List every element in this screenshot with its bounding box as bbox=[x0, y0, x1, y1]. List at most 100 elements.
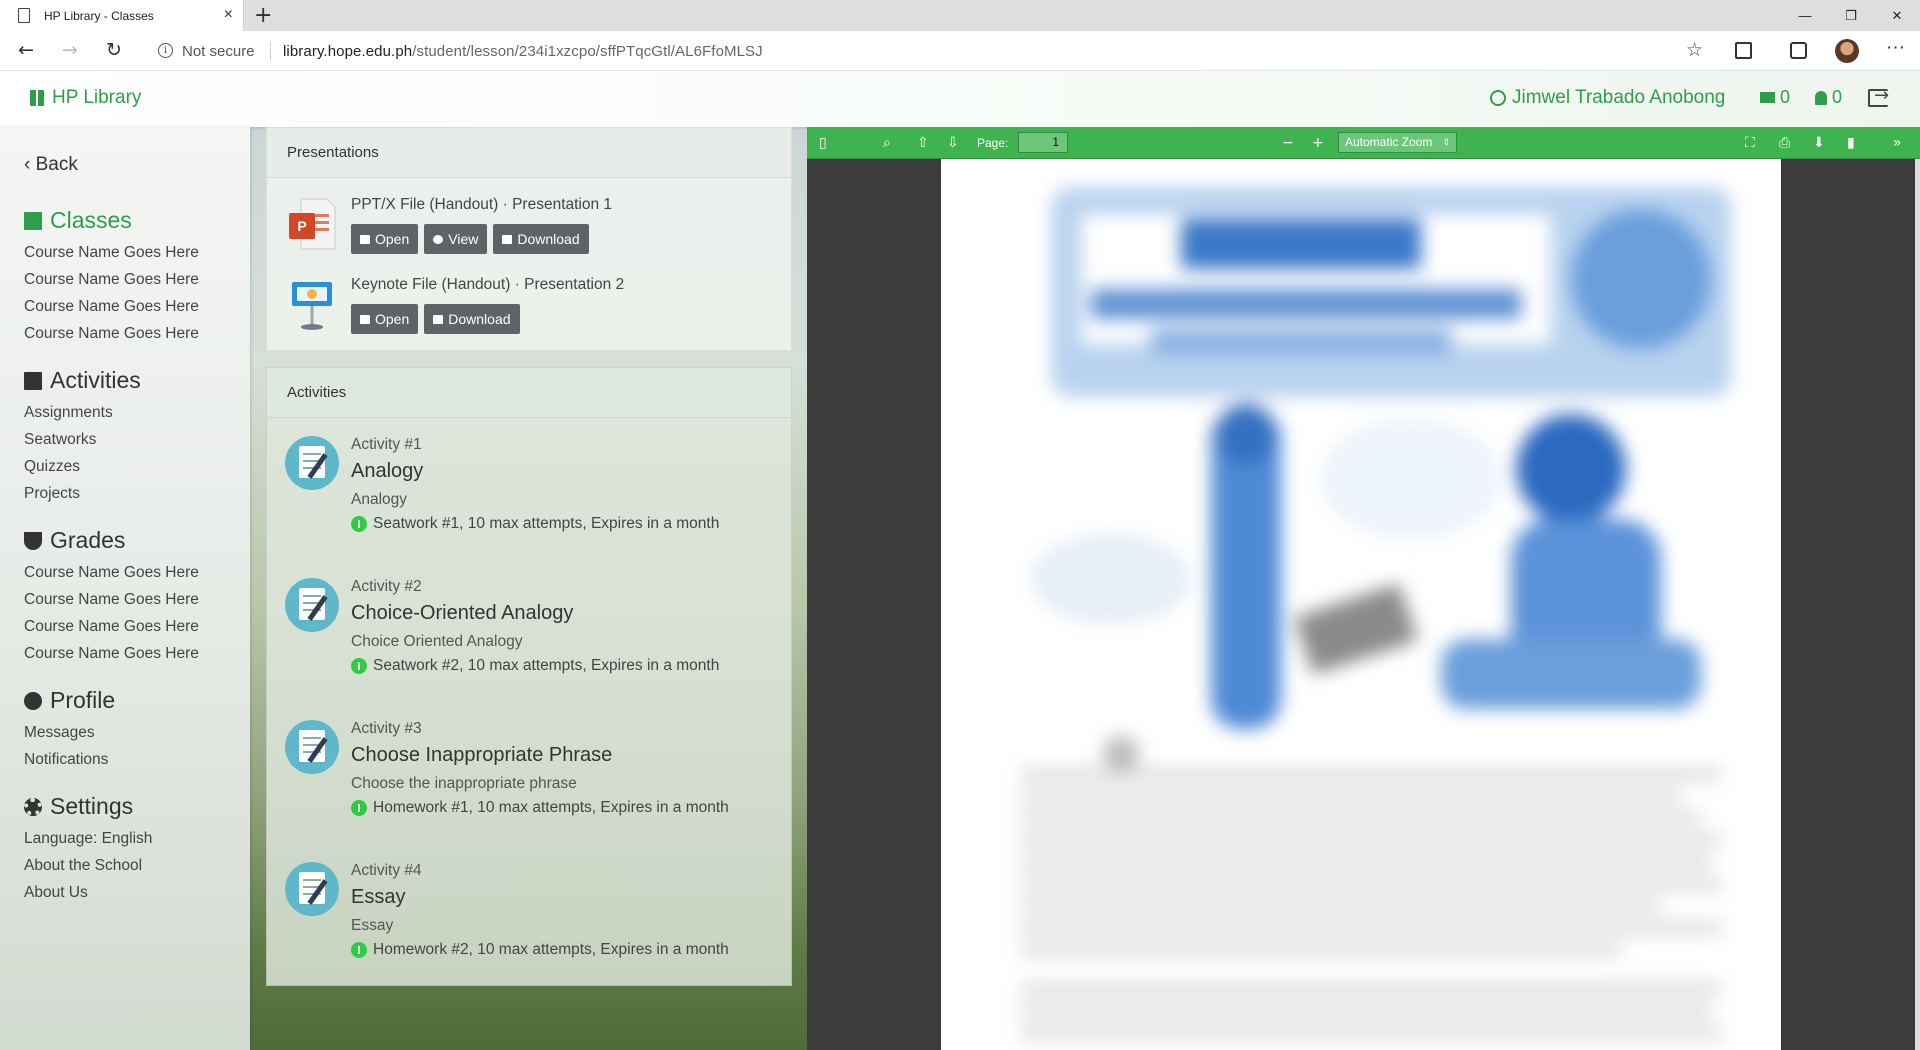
notifications-badge[interactable]: 0 bbox=[1815, 87, 1842, 108]
refresh-icon[interactable]: ↻ bbox=[106, 39, 122, 61]
powerpoint-file-icon: P bbox=[289, 198, 336, 250]
pdf-viewer: ▯ ⌕ ⇧ ⇩ Page: 1 − + Automatic Zoom ⇕ ⛶ ⎙ … bbox=[807, 127, 1920, 1050]
notifications-count: 0 bbox=[1832, 87, 1843, 107]
back-label: Back bbox=[35, 154, 78, 175]
security-status[interactable]: Not secure bbox=[182, 43, 255, 60]
sidebar-item-projects[interactable]: Projects bbox=[24, 485, 80, 503]
sidebar-item-grade[interactable]: Course Name Goes Here bbox=[24, 564, 199, 582]
sidebar-item-grade[interactable]: Course Name Goes Here bbox=[24, 618, 199, 636]
sidebar-item-quizzes[interactable]: Quizzes bbox=[24, 458, 80, 476]
forward-arrow-icon[interactable]: → bbox=[62, 39, 78, 61]
sidebar-item-language[interactable]: Language: English bbox=[24, 830, 152, 848]
next-page-icon[interactable]: ⇩ bbox=[947, 135, 959, 151]
minimize-icon[interactable]: — bbox=[1782, 0, 1828, 31]
zoom-out-icon[interactable]: − bbox=[1282, 135, 1294, 151]
more-menu-icon[interactable]: ··· bbox=[1886, 37, 1905, 59]
restore-icon[interactable]: ❐ bbox=[1828, 0, 1874, 31]
browser-tab[interactable]: HP Library - Classes × bbox=[0, 0, 244, 31]
external-link-icon bbox=[360, 234, 370, 244]
sidebar-toggle-icon[interactable]: ▯ bbox=[819, 135, 827, 151]
sidebar-item-class[interactable]: Course Name Goes Here bbox=[24, 271, 199, 289]
activity-title[interactable]: Choose Inappropriate Phrase bbox=[351, 744, 612, 767]
activity-item[interactable]: Activity #1 Analogy Analogy Seatwork #1,… bbox=[267, 418, 791, 560]
sidebar-section-settings[interactable]: Settings bbox=[24, 793, 133, 820]
search-icon[interactable]: ⌕ bbox=[883, 135, 891, 151]
fullscreen-icon[interactable]: ⛶ bbox=[1745, 135, 1755, 151]
activities-panel: Activities Activity #1 Analogy Analogy S… bbox=[266, 367, 792, 986]
section-title: Grades bbox=[50, 527, 126, 553]
logout-icon[interactable] bbox=[1868, 85, 1889, 107]
top-navbar: HP Library Jimwel Trabado Anobong 0 0 bbox=[0, 71, 1920, 127]
sidebar-section-profile[interactable]: Profile bbox=[24, 687, 115, 714]
presentation-item: P PPT/X File (Handout) · Presentation 1 … bbox=[267, 178, 791, 258]
browser-tab-bar: HP Library - Classes × + — ❐ ✕ bbox=[0, 0, 1920, 31]
download-icon bbox=[433, 314, 444, 324]
activity-item[interactable]: Activity #2 Choice-Oriented Analogy Choi… bbox=[267, 560, 791, 702]
new-tab-icon[interactable]: + bbox=[254, 3, 272, 28]
download-label: Download bbox=[517, 231, 580, 247]
activity-meta: Seatwork #2, 10 max attempts, Expires in… bbox=[351, 657, 719, 675]
scrollbar-track[interactable] bbox=[1915, 159, 1920, 1050]
sidebar-item-messages[interactable]: Messages bbox=[24, 724, 95, 742]
sidebar: ‹ Back Classes Course Name Goes Here Cou… bbox=[0, 127, 250, 1050]
print-icon[interactable]: ⎙ bbox=[1779, 135, 1790, 151]
page: HP Library Jimwel Trabado Anobong 0 0 ‹ … bbox=[0, 71, 1920, 1050]
checklist-icon bbox=[285, 862, 339, 916]
url-field[interactable]: library.hope.edu.ph/student/lesson/234i1… bbox=[283, 43, 763, 60]
activity-title[interactable]: Choice-Oriented Analogy bbox=[351, 602, 573, 625]
share-icon[interactable] bbox=[1790, 42, 1807, 59]
sidebar-item-class[interactable]: Course Name Goes Here bbox=[24, 298, 199, 316]
window-close-icon[interactable]: ✕ bbox=[1874, 0, 1920, 31]
sidebar-item-grade[interactable]: Course Name Goes Here bbox=[24, 645, 199, 663]
messages-badge[interactable]: 0 bbox=[1760, 87, 1790, 108]
activity-item[interactable]: Activity #3 Choose Inappropriate Phrase … bbox=[267, 702, 791, 844]
sidebar-item-notifications[interactable]: Notifications bbox=[24, 751, 108, 769]
profile-avatar[interactable] bbox=[1835, 39, 1859, 63]
open-button[interactable]: Open bbox=[351, 224, 419, 254]
envelope-icon bbox=[1760, 92, 1775, 103]
back-link[interactable]: ‹ Back bbox=[24, 154, 78, 176]
user-profile-link[interactable]: Jimwel Trabado Anobong bbox=[1490, 87, 1725, 109]
brand-link[interactable]: HP Library bbox=[30, 87, 141, 109]
sidebar-item-class[interactable]: Course Name Goes Here bbox=[24, 244, 199, 262]
sidebar-item-about-us[interactable]: About Us bbox=[24, 884, 88, 902]
previous-page-icon[interactable]: ⇧ bbox=[917, 135, 929, 151]
download-icon[interactable]: ⬇ bbox=[1813, 135, 1825, 151]
sidebar-item-about-school[interactable]: About the School bbox=[24, 857, 142, 875]
sidebar-section-grades[interactable]: Grades bbox=[24, 527, 125, 554]
activity-number: Activity #3 bbox=[351, 720, 422, 737]
sidebar-item-assignments[interactable]: Assignments bbox=[24, 404, 113, 422]
download-button[interactable]: Download bbox=[493, 224, 589, 254]
open-label: Open bbox=[375, 231, 410, 247]
sidebar-section-activities[interactable]: Activities bbox=[24, 367, 141, 394]
messages-count: 0 bbox=[1780, 87, 1791, 107]
sidebar-item-seatworks[interactable]: Seatworks bbox=[24, 431, 96, 449]
zoom-in-icon[interactable]: + bbox=[1312, 135, 1324, 151]
close-tab-icon[interactable]: × bbox=[224, 6, 233, 24]
activity-title[interactable]: Analogy bbox=[351, 460, 423, 483]
page-number-input[interactable]: 1 bbox=[1018, 132, 1068, 153]
chevron-updown-icon: ⇕ bbox=[1442, 137, 1450, 147]
view-button[interactable]: View bbox=[424, 224, 488, 254]
sidebar-item-grade[interactable]: Course Name Goes Here bbox=[24, 591, 199, 609]
activity-meta-text: Seatwork #1, 10 max attempts, Expires in… bbox=[373, 515, 720, 532]
zoom-select[interactable]: Automatic Zoom ⇕ bbox=[1338, 132, 1457, 153]
bookmark-icon[interactable]: ▮ bbox=[1847, 135, 1855, 151]
view-label: View bbox=[448, 231, 479, 247]
back-arrow-icon[interactable]: ← bbox=[18, 39, 34, 61]
section-title: Settings bbox=[50, 793, 134, 819]
info-icon[interactable]: i bbox=[158, 43, 173, 58]
collections-icon[interactable] bbox=[1735, 42, 1752, 59]
user-circle-icon bbox=[1490, 90, 1506, 106]
section-title: Classes bbox=[50, 207, 132, 233]
url-path: /student/lesson/234i1xzcpo/sffPTqcGtl/AL… bbox=[412, 43, 763, 60]
double-chevron-right-icon[interactable]: » bbox=[1893, 135, 1902, 151]
sidebar-item-class[interactable]: Course Name Goes Here bbox=[24, 325, 199, 343]
download-button[interactable]: Download bbox=[424, 304, 520, 334]
page-label: Page: bbox=[977, 136, 1009, 150]
favorite-star-icon[interactable]: ☆ bbox=[1686, 39, 1703, 62]
activity-title[interactable]: Essay bbox=[351, 886, 405, 909]
sidebar-section-classes[interactable]: Classes bbox=[24, 207, 132, 234]
activity-item[interactable]: Activity #4 Essay Essay Homework #2, 10 … bbox=[267, 844, 791, 986]
open-button[interactable]: Open bbox=[351, 304, 419, 334]
